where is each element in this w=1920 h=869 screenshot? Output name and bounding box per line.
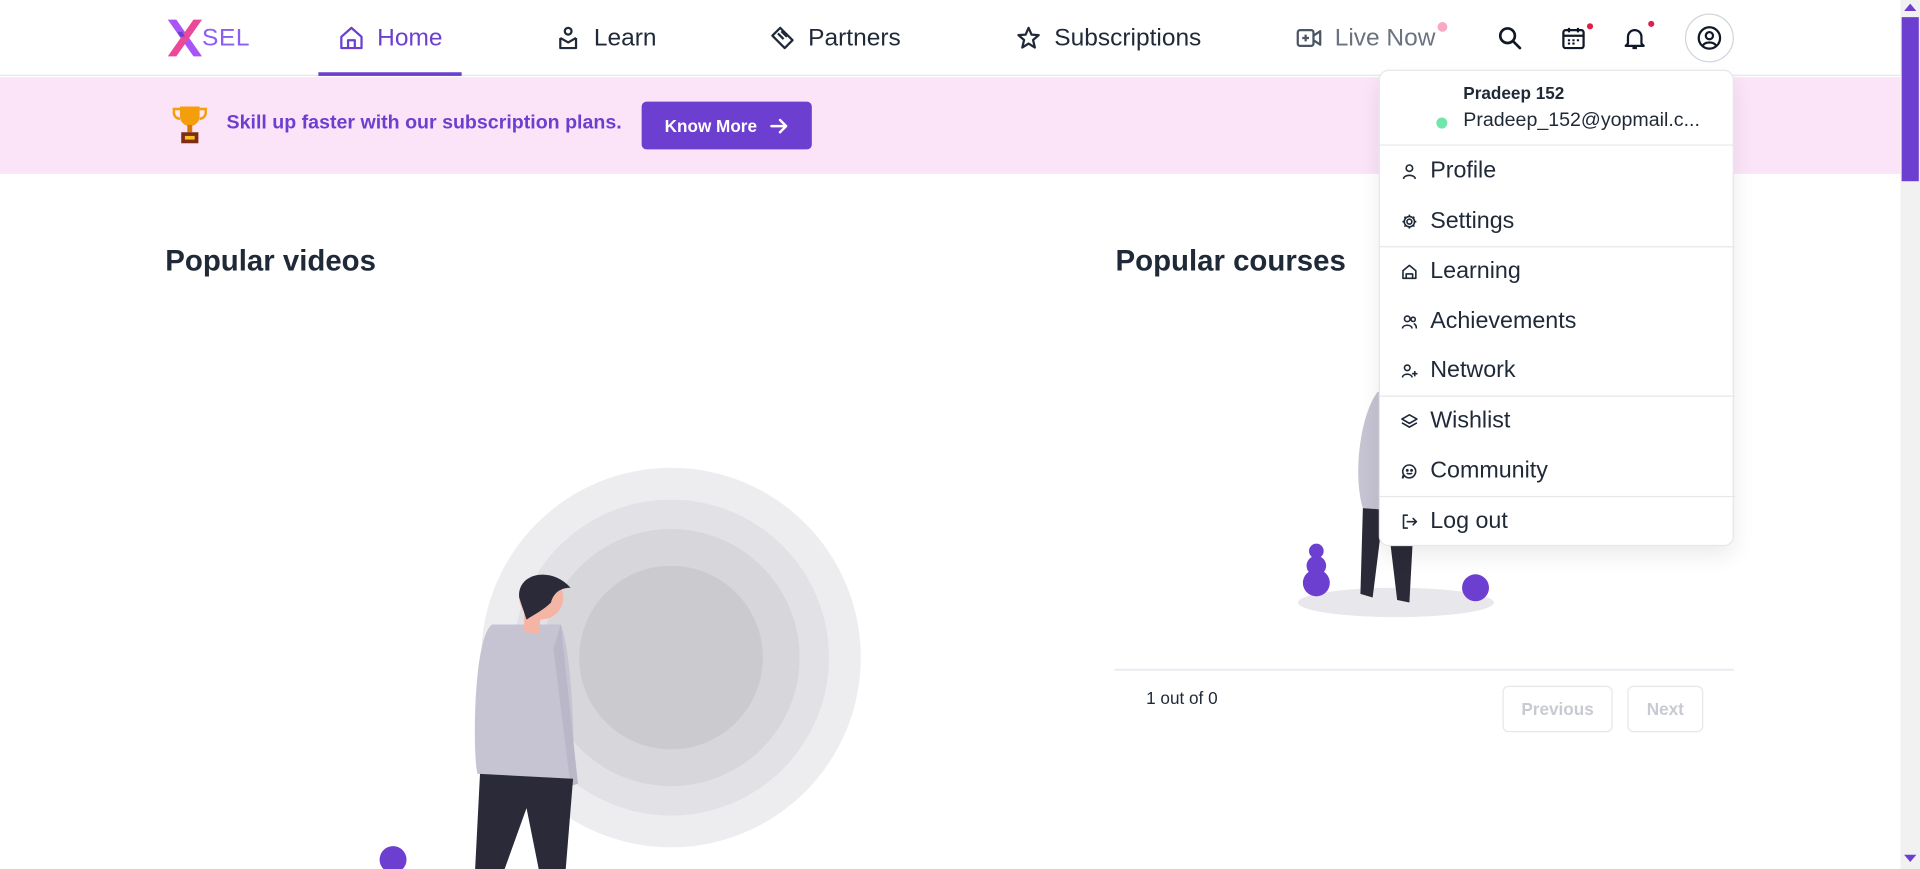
bell-notification-dot — [1648, 20, 1655, 27]
menu-item-settings[interactable]: Settings — [1380, 197, 1735, 246]
chat-icon — [1401, 464, 1417, 479]
scroll-up-arrow[interactable] — [1904, 3, 1917, 12]
trophy-icon — [172, 106, 207, 144]
search-icon — [1498, 27, 1522, 50]
menu-item-label: Profile — [1430, 157, 1497, 184]
menu-item-wishlist[interactable]: Wishlist — [1380, 397, 1735, 446]
logo-x-mark — [167, 19, 203, 57]
popular-courses-title: Popular courses — [1115, 244, 1346, 278]
menu-item-label: Log out — [1430, 508, 1508, 534]
nav-home[interactable]: Home — [318, 0, 463, 76]
popular-videos-title: Popular videos — [165, 244, 376, 278]
banner-text: Skill up faster with our subscription pl… — [226, 112, 622, 134]
user-email: Pradeep_152@yopmail.c... — [1463, 110, 1700, 132]
user-circle-icon — [1697, 26, 1722, 50]
pagination-divider — [1114, 668, 1734, 672]
users-icon — [1401, 315, 1418, 329]
layers-icon — [1401, 413, 1418, 428]
learning-icon — [1402, 264, 1417, 280]
nav-live-now[interactable]: Live Now — [1296, 0, 1436, 76]
star-icon — [1017, 26, 1040, 49]
nav-subscriptions[interactable]: Subscriptions — [1015, 0, 1201, 76]
logo-brand-text: SEL — [202, 24, 251, 52]
live-indicator-dot — [1437, 22, 1448, 32]
gear-icon — [1402, 214, 1417, 229]
handshake-icon — [771, 26, 794, 50]
calendar-icon — [1562, 27, 1585, 50]
menu-item-profile[interactable]: Profile — [1380, 147, 1735, 196]
menu-item-label: Learning — [1430, 258, 1521, 285]
know-more-label: Know More — [664, 115, 758, 136]
nav-home-label: Home — [377, 23, 443, 51]
user-icon — [1402, 164, 1417, 180]
know-more-button[interactable]: Know More — [641, 101, 812, 150]
bell-icon — [1624, 28, 1645, 50]
scrollbar-thumb[interactable] — [1901, 17, 1919, 182]
logout-icon — [1402, 514, 1418, 529]
user-dropdown-menu: Pradeep 152 Pradeep_152@yopmail.c... Pro… — [1378, 69, 1736, 547]
user-plus-icon — [1401, 364, 1418, 378]
xsel-logo[interactable]: SEL — [165, 15, 251, 64]
pagination-count: 1 out of 0 — [1146, 688, 1218, 708]
menu-item-community[interactable]: Community — [1380, 447, 1735, 496]
search-button[interactable] — [1489, 17, 1531, 59]
top-navbar: SEL Home Learn Partners Subscriptions Li… — [0, 0, 1901, 76]
calendar-notification-dot — [1586, 23, 1594, 30]
arrow-right-icon — [770, 118, 788, 133]
user-info: Pradeep 152 Pradeep_152@yopmail.c... — [1380, 71, 1736, 146]
page-scrollbar[interactable] — [1900, 0, 1920, 869]
online-status-dot — [1436, 117, 1448, 129]
scroll-down-arrow[interactable] — [1904, 854, 1917, 863]
nav-partners-label: Partners — [808, 23, 901, 51]
nav-live-now-label: Live Now — [1334, 23, 1436, 51]
menu-item-logout[interactable]: Log out — [1380, 497, 1735, 546]
empty-videos-illustration — [379, 467, 861, 869]
next-button[interactable]: Next — [1627, 685, 1704, 733]
user-menu-button[interactable] — [1684, 13, 1734, 63]
nav-partners[interactable]: Partners — [769, 0, 901, 76]
video-icon — [1296, 28, 1322, 47]
menu-item-label: Settings — [1430, 208, 1515, 234]
menu-item-label: Wishlist — [1430, 407, 1511, 434]
menu-item-learning[interactable]: Learning — [1380, 247, 1735, 296]
nav-subscriptions-label: Subscriptions — [1054, 23, 1202, 51]
menu-item-label: Achievements — [1430, 308, 1577, 335]
home-icon — [340, 26, 363, 50]
nav-learn[interactable]: Learn — [555, 0, 657, 76]
nav-learn-label: Learn — [593, 23, 657, 51]
menu-item-achievements[interactable]: Achievements — [1380, 298, 1735, 347]
user-name: Pradeep 152 — [1463, 83, 1565, 103]
learn-icon — [559, 26, 578, 50]
menu-item-network[interactable]: Network — [1380, 347, 1735, 396]
menu-item-label: Community — [1430, 457, 1548, 484]
menu-item-label: Network — [1430, 357, 1516, 384]
previous-button[interactable]: Previous — [1502, 685, 1613, 733]
